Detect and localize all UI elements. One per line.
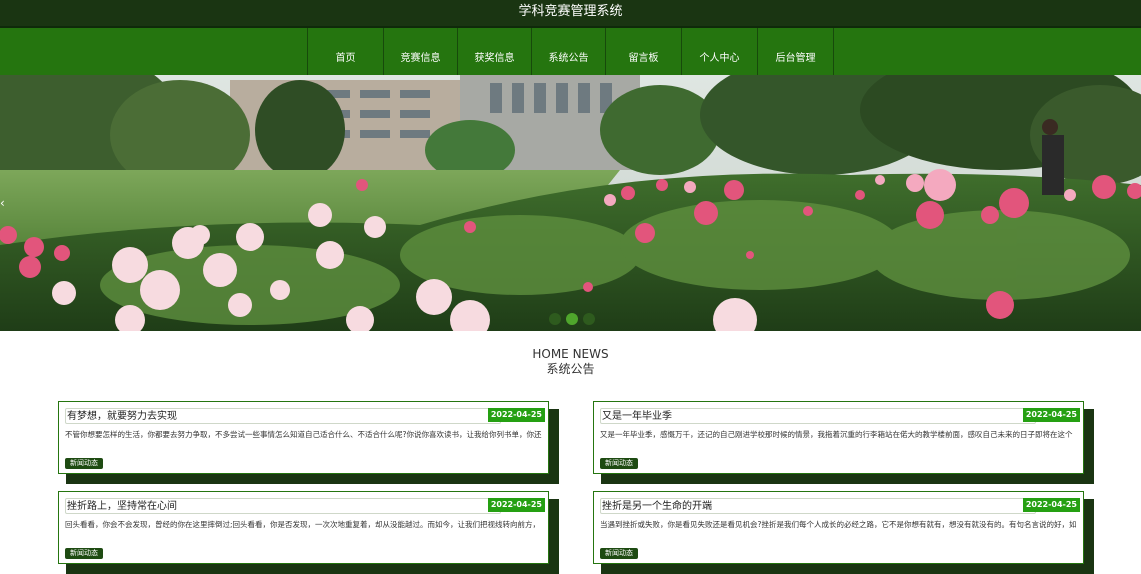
news-card-title[interactable]: 有梦想，就要努力去实现	[65, 408, 501, 424]
news-card-tag[interactable]: 新闻动态	[600, 548, 638, 559]
news-card-tag[interactable]: 新闻动态	[600, 458, 638, 469]
news-card-tag[interactable]: 新闻动态	[65, 548, 103, 559]
news-heading-cn: 系统公告	[546, 362, 595, 376]
news-card-body[interactable]: 有梦想，就要努力去实现 2022-04-25 不管你想要怎样的生活，你都要去努力…	[58, 401, 549, 474]
news-card-tag[interactable]: 新闻动态	[65, 458, 103, 469]
main-nav: 首页 竞赛信息 获奖信息 系统公告 留言板 个人中心 后台管理	[0, 26, 1141, 75]
nav-item-home[interactable]: 首页	[308, 28, 384, 75]
carousel-dot-1[interactable]	[549, 313, 561, 325]
news-card-date: 2022-04-25	[487, 498, 545, 512]
news-card-date: 2022-04-25	[487, 408, 545, 422]
news-card-date: 2022-04-25	[1022, 498, 1080, 512]
news-card[interactable]: 挫折是另一个生命的开端 2022-04-25 当遇到挫折或失败，你是看见失败还是…	[593, 491, 1094, 574]
nav-item-message-board[interactable]: 留言板	[606, 28, 682, 75]
nav-item-competitions[interactable]: 竞赛信息	[384, 28, 458, 75]
carousel-prev-arrow[interactable]: ‹	[0, 195, 12, 211]
news-card-excerpt: 不管你想要怎样的生活，你都要去努力争取，不多尝试一些事情怎么知道自己适合什么、不…	[65, 430, 542, 439]
news-card-title[interactable]: 又是一年毕业季	[600, 408, 1036, 424]
banner-image	[0, 75, 1141, 331]
news-section-header: HOME NEWS 系统公告	[0, 347, 1141, 377]
carousel-dots	[549, 313, 595, 325]
nav-item-awards[interactable]: 获奖信息	[458, 28, 532, 75]
hero-carousel[interactable]: ‹	[0, 75, 1141, 331]
news-card-title[interactable]: 挫折路上，坚持常在心间	[65, 498, 501, 514]
nav-item-admin[interactable]: 后台管理	[758, 28, 834, 75]
carousel-dot-2[interactable]	[566, 313, 578, 325]
news-list: 有梦想，就要努力去实现 2022-04-25 不管你想要怎样的生活，你都要去努力…	[0, 377, 1141, 574]
nav-item-profile[interactable]: 个人中心	[682, 28, 758, 75]
news-card-body[interactable]: 挫折路上，坚持常在心间 2022-04-25 回头看看，你会不会发现，曾经的你在…	[58, 491, 549, 564]
news-card-excerpt: 又是一年毕业季，感慨万千，还记的自己刚进学校那时候的情景，我拖着沉重的行李箱站在…	[600, 430, 1073, 439]
news-heading-en: HOME NEWS	[532, 347, 609, 361]
news-card[interactable]: 有梦想，就要努力去实现 2022-04-25 不管你想要怎样的生活，你都要去努力…	[58, 401, 559, 484]
news-card[interactable]: 又是一年毕业季 2022-04-25 又是一年毕业季，感慨万千，还记的自己刚进学…	[593, 401, 1094, 484]
news-card-title[interactable]: 挫折是另一个生命的开端	[600, 498, 1036, 514]
news-card-body[interactable]: 挫折是另一个生命的开端 2022-04-25 当遇到挫折或失败，你是看见失败还是…	[593, 491, 1084, 564]
news-card-excerpt: 当遇到挫折或失败，你是看见失败还是看见机会?挫折是我们每个人成长的必经之路，它不…	[600, 520, 1077, 529]
news-card[interactable]: 挫折路上，坚持常在心间 2022-04-25 回头看看，你会不会发现，曾经的你在…	[58, 491, 559, 574]
top-header: 学科竞赛管理系统	[0, 0, 1141, 26]
app-title: 学科竞赛管理系统	[518, 4, 623, 19]
nav-item-announcements[interactable]: 系统公告	[532, 28, 606, 75]
news-card-excerpt: 回头看看，你会不会发现，曾经的你在这里摔倒过;回头看看，你是否发现，一次次地重复…	[65, 520, 541, 529]
news-card-date: 2022-04-25	[1022, 408, 1080, 422]
news-card-body[interactable]: 又是一年毕业季 2022-04-25 又是一年毕业季，感慨万千，还记的自己刚进学…	[593, 401, 1084, 474]
carousel-dot-3[interactable]	[583, 313, 595, 325]
